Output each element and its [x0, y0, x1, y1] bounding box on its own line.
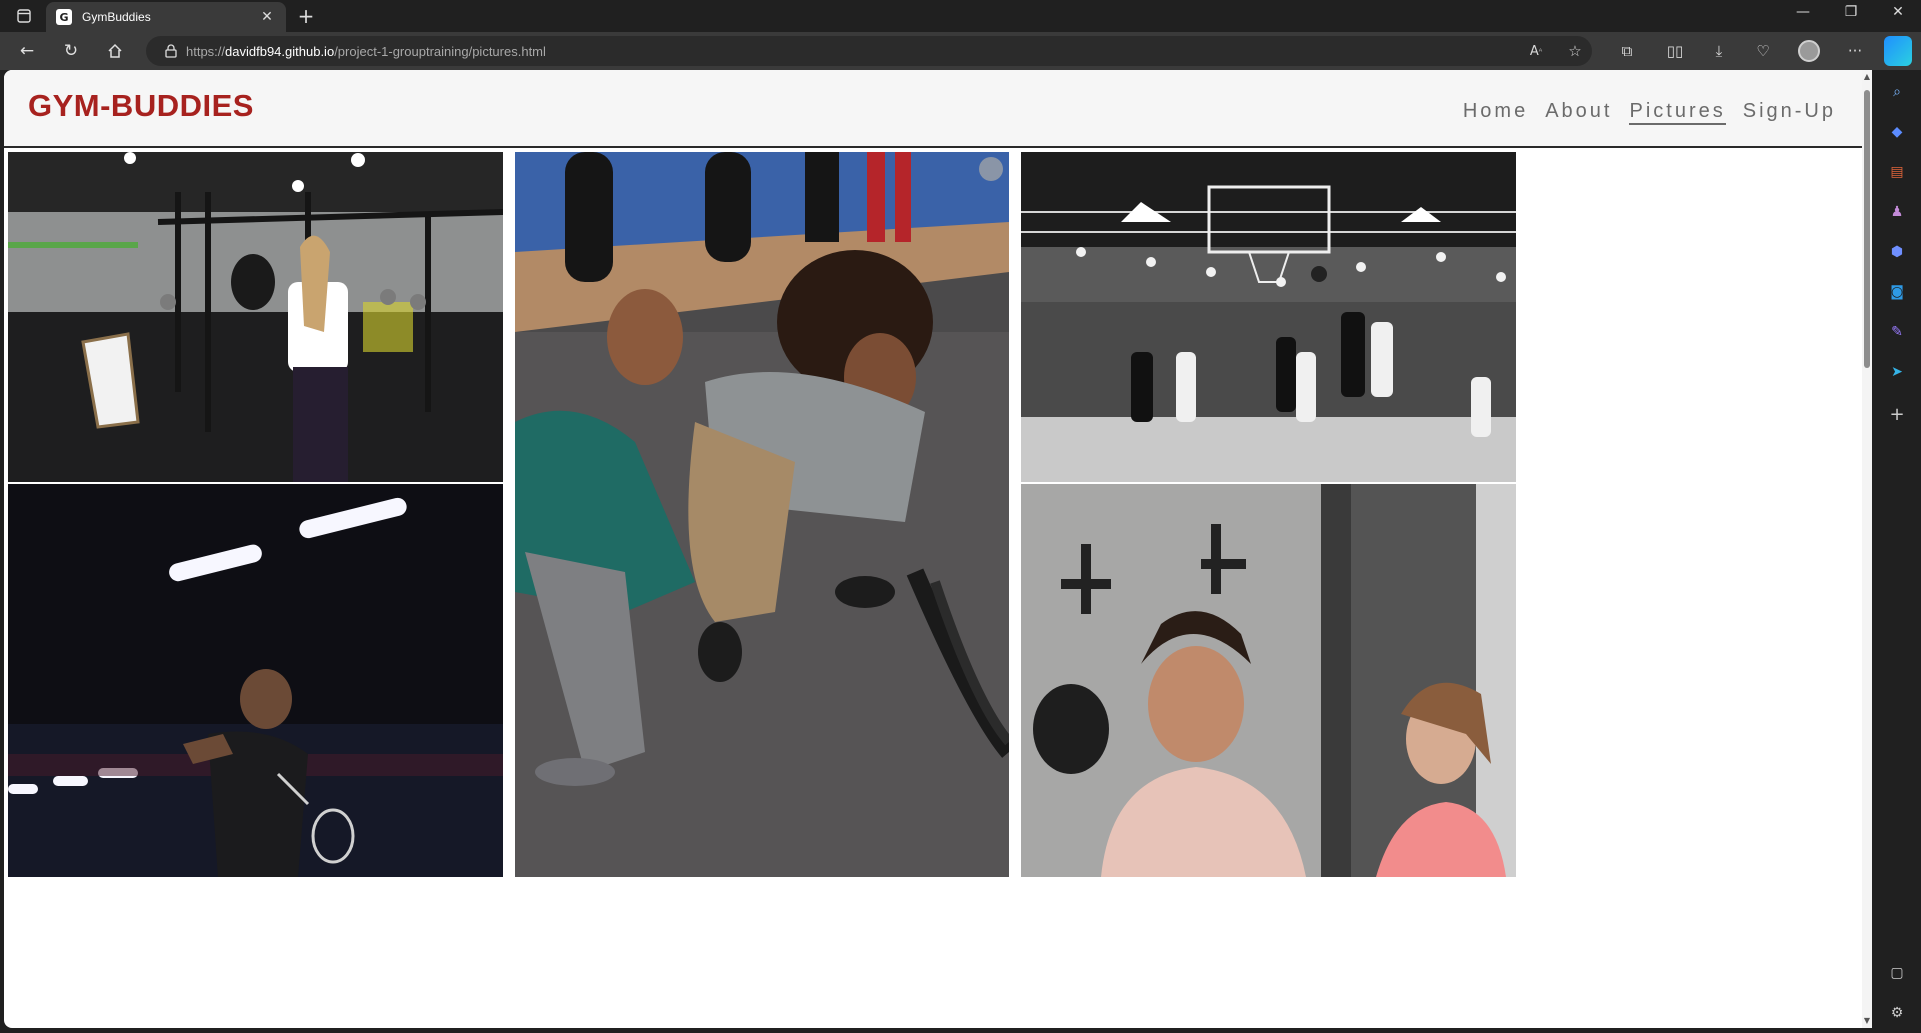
url-text: https://davidfb94.github.io/project-1-gr… [186, 43, 546, 59]
gallery-photo-boxing-women [1021, 484, 1516, 877]
split-screen-icon[interactable]: ▯▯ [1662, 39, 1688, 63]
more-menu-icon[interactable]: ··· [1842, 39, 1868, 63]
site-favicon-icon: G [56, 9, 72, 25]
outlook-icon[interactable]: ◙ [1887, 282, 1907, 302]
browser-essentials-icon[interactable]: ♡ [1750, 39, 1776, 63]
browser-tab-bar: G GymBuddies ✕ + — ❐ ✕ [0, 0, 1921, 32]
gallery-photo-basketball [1021, 152, 1516, 482]
microsoft-365-icon[interactable]: ⬢ [1887, 242, 1907, 262]
browser-toolbar: ← ↻ https://davidfb94.github.io/project-… [0, 32, 1921, 70]
scroll-thumb[interactable] [1864, 90, 1870, 368]
tab-close-icon[interactable]: ✕ [258, 9, 276, 25]
restore-icon[interactable]: ❐ [1836, 4, 1866, 20]
gallery-photo-battle-ropes [515, 152, 1009, 877]
lock-icon[interactable] [156, 44, 186, 58]
page-scrollbar[interactable]: ▲ ▼ [1862, 70, 1872, 1028]
favorite-star-icon[interactable]: ☆ [1562, 39, 1588, 63]
tools-icon[interactable]: ▤ [1887, 162, 1907, 182]
copilot-icon[interactable] [1884, 36, 1912, 66]
gallery-photo-crossfit [8, 152, 503, 482]
site-logo[interactable]: GYM-BUDDIES [28, 88, 254, 124]
nav-about[interactable]: About [1545, 100, 1612, 125]
shopping-tag-icon[interactable]: ◆ [1887, 122, 1907, 142]
home-icon[interactable] [102, 39, 128, 63]
profile-avatar-icon[interactable] [1796, 39, 1822, 63]
minimize-icon[interactable]: — [1788, 4, 1818, 20]
tab-actions-icon[interactable] [12, 6, 36, 26]
nav-home[interactable]: Home [1463, 100, 1528, 125]
main-nav: Home About Pictures Sign-Up [1463, 100, 1836, 125]
back-icon[interactable]: ← [14, 39, 40, 63]
gallery-photo-badminton [8, 484, 503, 877]
site-header: GYM-BUDDIES Home About Pictures Sign-Up [4, 70, 1866, 148]
new-tab-icon[interactable]: + [294, 4, 318, 28]
scroll-up-icon[interactable]: ▲ [1863, 72, 1871, 81]
search-icon[interactable]: ⌕ [1887, 82, 1907, 102]
browser-tab-active[interactable]: G GymBuddies ✕ [46, 2, 286, 32]
read-aloud-icon[interactable]: Aᴬ [1523, 39, 1549, 63]
nav-sign-up[interactable]: Sign-Up [1743, 100, 1836, 125]
scroll-down-icon[interactable]: ▼ [1863, 1016, 1871, 1025]
close-window-icon[interactable]: ✕ [1883, 4, 1913, 20]
refresh-icon[interactable]: ↻ [58, 39, 84, 63]
designer-icon[interactable]: ✎ [1887, 322, 1907, 342]
tab-title: GymBuddies [82, 10, 151, 24]
nav-pictures[interactable]: Pictures [1629, 100, 1726, 125]
games-icon[interactable]: ♟ [1887, 202, 1907, 222]
add-sidebar-icon[interactable]: + [1887, 404, 1907, 425]
extensions-icon[interactable]: ⧉ [1614, 39, 1640, 63]
sidebar-layout-icon[interactable]: ▢ [1887, 963, 1907, 983]
downloads-icon[interactable]: ⤓ [1706, 39, 1732, 63]
edge-sidebar: ⌕ ◆ ▤ ♟ ⬢ ◙ ✎ ➤ + ▢ ⚙ [1873, 70, 1921, 1033]
settings-gear-icon[interactable]: ⚙ [1887, 1003, 1907, 1023]
send-icon[interactable]: ➤ [1887, 362, 1907, 382]
page-viewport: GYM-BUDDIES Home About Pictures Sign-Up [4, 70, 1866, 1028]
address-bar[interactable]: https://davidfb94.github.io/project-1-gr… [146, 36, 1592, 66]
